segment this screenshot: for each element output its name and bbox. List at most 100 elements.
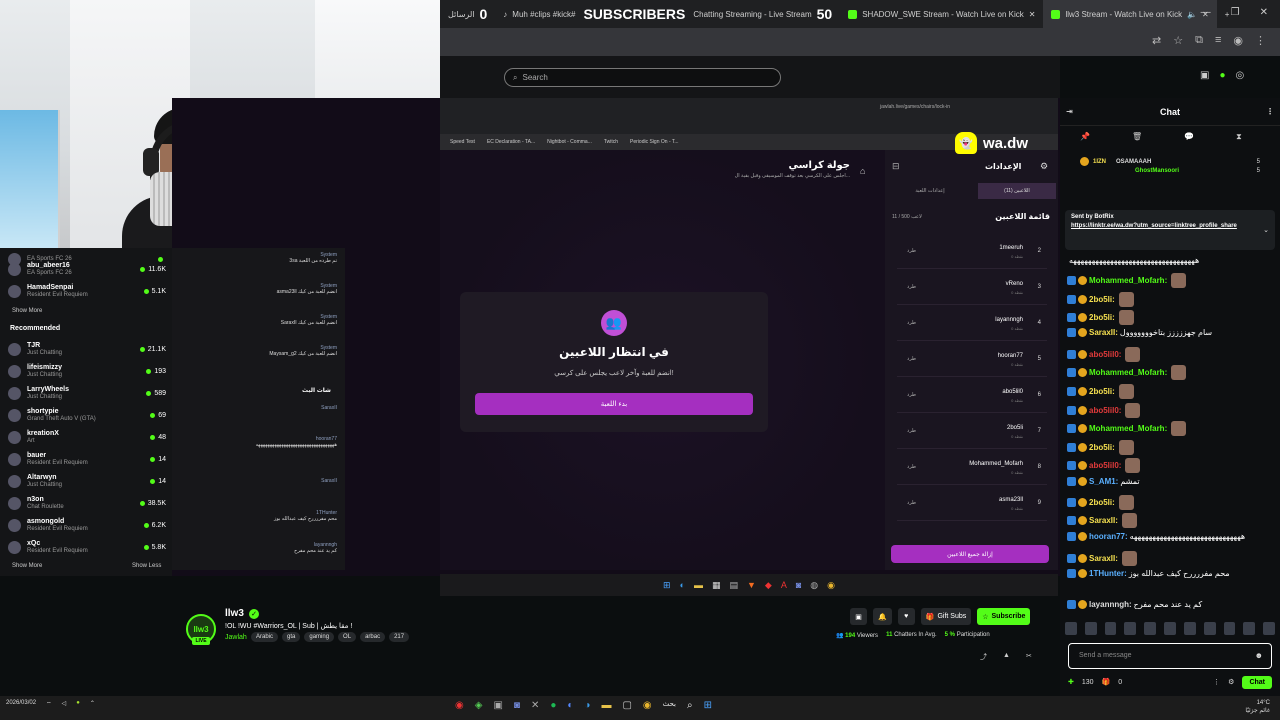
sidebar-item[interactable]: n3on Chat Roulette 38.5K [8,492,166,514]
chat-more-icon[interactable]: ⋮ [1213,678,1220,686]
chevron-up-icon[interactable]: ⌃ [90,700,95,708]
sidebar-item[interactable]: HamadSenpai Resident Evil Requiem 5.1K [8,280,166,302]
chat-username[interactable]: S_AM1: [1089,477,1118,486]
emote-icon[interactable] [1084,621,1097,635]
chat-username[interactable]: 1THunter: [1089,569,1127,578]
stream-tag[interactable]: 217 [389,632,410,642]
emote-icon[interactable] [1065,621,1077,635]
hourglass-icon[interactable]: ⧗ [1236,132,1242,142]
emote-icon[interactable] [1263,621,1275,635]
sidebar-item[interactable]: shortypie Grand Theft Auto V (GTA) 69 [8,404,166,426]
clip-icon[interactable]: ✂ [1026,652,1032,662]
edge-icon[interactable]: ◑ [584,700,590,711]
chat-username[interactable]: layannngh: [1089,600,1132,609]
windows-start-icon[interactable]: ⊞ [704,700,712,711]
chat-username[interactable]: 2bo5li: [1089,387,1115,396]
close-window-icon[interactable]: ✕ [1260,7,1268,18]
report-icon[interactable]: ▲ [1003,652,1010,662]
stream-tag[interactable]: gaming [304,632,335,642]
share-icon[interactable]: ⤴ [980,652,987,662]
kick-points-icon[interactable]: ● [1219,70,1225,81]
chat-settings-icon[interactable]: ⚙ [1228,678,1234,686]
emoji-icon[interactable]: ☻ [1255,651,1263,660]
avatar[interactable]: ◎ [1236,70,1245,81]
emote-icon[interactable] [1104,621,1117,635]
search-icon[interactable]: ⌕ [687,700,693,711]
points-icon[interactable]: ✚ [1068,678,1074,686]
theater-mode-icon[interactable]: ▣ [850,608,867,625]
show-more-link[interactable]: Show More [12,563,42,569]
chat-username[interactable]: abo5lil0: [1089,461,1121,470]
chat-username[interactable]: abo5lil0: [1089,406,1121,415]
tab-rasail[interactable]: الرسائل 0 [440,0,495,28]
emote-icon[interactable] [1223,621,1236,635]
app-icon[interactable]: ▢ [622,700,631,711]
pin-icon[interactable]: 📌 [1080,132,1090,142]
sidebar-item[interactable]: kreationX Art 48 [8,426,166,448]
chat-input[interactable]: Send a message ☻ [1068,643,1272,669]
app-icon[interactable]: ▣ [493,700,502,711]
profile-icon[interactable]: ◉ [1233,34,1243,47]
emote-icon[interactable] [1164,621,1176,635]
chat-username[interactable]: SaraxII: [1089,328,1118,337]
battery-icon[interactable]: ● [76,700,80,708]
show-less-link[interactable]: Show Less [132,563,161,569]
tab-muh[interactable]: ♪ Muh #clips #kick# [495,0,583,28]
pinned-message[interactable]: Sent by BotRix https://linktr.ee/wa.dw?u… [1065,210,1275,250]
app-icon[interactable]: ✕ [531,700,539,711]
speaker-icon[interactable]: ◁ [62,700,67,708]
collapse-chat-icon[interactable]: ⇥ [1066,107,1073,116]
sidebar-item[interactable]: LarryWheels Just Chatting 589 [8,382,166,404]
stream-tag[interactable]: Arabic [251,632,279,642]
stream-tag[interactable]: arbac [360,632,386,642]
sidebar-item[interactable]: xQc Resident Evil Requiem 5.8K [8,536,166,558]
gift-subs-button[interactable]: 🎁 Gift Subs [920,608,972,625]
minimize-icon[interactable]: — [1201,7,1211,18]
show-more-link[interactable]: Show More [12,308,42,314]
translate-icon[interactable]: ⇄ [1152,34,1161,47]
tab-active[interactable]: llw3 Stream - Watch Live on Kick 🔈 ✕ [1043,0,1217,28]
wifi-icon[interactable]: ⌔ [46,700,52,708]
sidebar-item[interactable]: Altarwyn Just Chatting 14 [8,470,166,492]
chat-username[interactable]: 2bo5li: [1089,443,1115,452]
chat-username[interactable]: SaraxII: [1089,554,1118,563]
stream-tag[interactable]: gta [282,632,301,642]
star-icon[interactable]: ☆ [1173,34,1183,47]
extensions-icon[interactable]: ⧉ [1195,34,1203,47]
tab-chatting[interactable]: Chatting Streaming - Live Stream 50 [685,0,840,28]
emote-icon[interactable] [1203,621,1216,635]
emote-icon[interactable] [1144,621,1157,635]
chat-username[interactable]: 2bo5li: [1089,295,1115,304]
app-icon[interactable]: ◈ [475,700,483,711]
app-icon[interactable]: ◐ [567,700,573,711]
folder-icon[interactable]: ▬ [601,700,611,711]
chat-username[interactable]: 2bo5li: [1089,313,1115,322]
streamer-name[interactable]: llw3 [225,608,244,619]
pinned-link[interactable]: https://linktr.ee/wa.dw?utm_source=linkt… [1071,223,1237,229]
chat-bubble-icon[interactable]: 💬 [1184,132,1194,142]
stream-tag[interactable]: OL [338,632,357,642]
sidebar-item[interactable]: TJR Just Chatting 21.1K [8,338,166,360]
close-icon[interactable]: ✕ [1029,10,1036,19]
notification-icon[interactable]: ▣ [1200,70,1209,81]
sidebar-item[interactable]: asmongold Resident Evil Requiem 6.2K [8,514,166,536]
stream-category[interactable]: Jawlah [225,634,247,641]
chat-username[interactable]: abo5lil0: [1089,350,1121,359]
tab-shadow[interactable]: SHADOW_SWE Stream - Watch Live on Kick ✕ [840,0,1043,28]
sidebar-item[interactable]: lifeismizzy Just Chatting 193 [8,360,166,382]
app-icon[interactable]: ◉ [455,700,464,711]
search-input[interactable]: ⌕ Search [504,68,781,87]
gift-icon[interactable]: 🎁 [1102,678,1111,686]
chat-menu-icon[interactable]: ⋮ [1266,107,1274,116]
emote-icon[interactable] [1243,621,1256,635]
sidebar-item[interactable]: bauer Resident Evil Requiem 14 [8,448,166,470]
chat-username[interactable]: SaraxII: [1089,516,1118,525]
maximize-icon[interactable]: ❐ [1231,7,1240,18]
emote-icon[interactable] [1183,621,1196,635]
media-icon[interactable]: ≡ [1215,34,1221,47]
discord-icon[interactable]: ◙ [514,700,520,711]
chat-username[interactable]: Mohammed_Mofarh: [1089,368,1167,377]
chat-username[interactable]: Mohammed_Mofarh: [1089,276,1167,285]
subscribe-button[interactable]: ☆ Subscribe [977,608,1031,625]
chevron-down-icon[interactable]: ⌄ [1263,226,1269,234]
